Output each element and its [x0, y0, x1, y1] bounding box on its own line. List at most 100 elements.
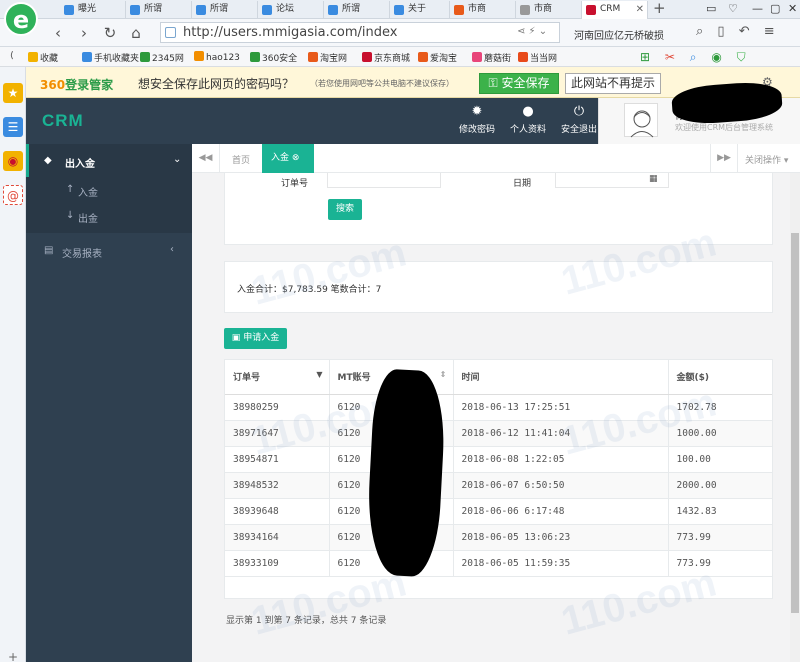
table-row[interactable]: 38980259 6120 2018-06-13 17:25:51 1702.78 [225, 394, 772, 421]
scissors-icon[interactable]: ✂ [665, 50, 675, 64]
order-number-input[interactable] [327, 173, 441, 188]
browser-tab-active[interactable]: CRM ✕ [582, 1, 648, 20]
table-header-row: 订单号 ▼ MT账号 ⇕ 时间 金额($) [225, 360, 772, 395]
user-icon: ● [522, 104, 534, 119]
address-bar[interactable]: http://users.mmigasia.com/index ⋖ ⚡ ⌄ [160, 22, 560, 43]
mobile-icon[interactable]: ▯ [717, 24, 724, 39]
window-close-icon[interactable]: ✕ [788, 0, 797, 18]
url-text[interactable]: http://users.mmigasia.com/index [183, 25, 397, 40]
column-header-order[interactable]: 订单号 ▼ [225, 360, 330, 395]
table-row[interactable]: 38971647 6120 2018-06-12 11:41:04 1000.00 [225, 420, 772, 447]
avatar-sketch-icon [630, 110, 654, 138]
logout-button[interactable]: ⏻ 安全退出 [554, 104, 604, 135]
favorites-star-icon[interactable]: ★ [3, 83, 23, 103]
browser-tab[interactable]: 所谓 [126, 1, 192, 19]
address-tools[interactable]: ⋖ ⚡ ⌄ [517, 26, 547, 37]
site-icon [472, 52, 482, 62]
new-tab-button[interactable]: + [653, 0, 666, 17]
favorite-item[interactable]: 2345网 [140, 51, 184, 64]
browser-tab[interactable]: 所谓 [192, 1, 258, 19]
scrollbar-thumb[interactable] [791, 233, 799, 613]
menu-item-deposit-withdraw[interactable]: ◆ 出入金 ⌄ [26, 144, 192, 177]
maximize-icon[interactable]: ▢ [770, 0, 780, 18]
calendar-icon[interactable]: ▦ [649, 174, 658, 184]
game-icon[interactable]: ◉ [711, 50, 721, 64]
favorite-item[interactable]: 360安全 [250, 51, 297, 64]
scroll-tabs-right-icon[interactable]: ▶▶ [710, 144, 738, 173]
favorite-item[interactable]: hao123 [194, 51, 240, 63]
cell-order: 38933109 [225, 550, 330, 577]
search-icon[interactable]: ⌕ [690, 50, 697, 64]
page-tabs-bar: ◀◀ 首页 入金 ⊗ ▶▶ 关闭操作 ▾ [192, 144, 800, 173]
menu-icon[interactable]: ≡ [764, 24, 775, 39]
site-icon [194, 51, 204, 61]
forward-icon[interactable]: › [74, 23, 94, 43]
sort-icon: ⇕ [439, 370, 447, 379]
window-menu-icon[interactable]: ▭ [706, 0, 716, 18]
reader-icon[interactable]: ☰ [3, 117, 23, 137]
cell-amount: 100.00 [668, 446, 772, 473]
home-icon[interactable]: ⌂ [126, 23, 146, 43]
mail-icon[interactable]: @ [3, 185, 23, 205]
menu-item-trade-report[interactable]: ▤ 交易报表 ‹ [26, 236, 192, 266]
close-tab-icon[interactable]: ⊗ [292, 153, 300, 163]
save-password-button[interactable]: ⚿ 安全保存 [479, 73, 559, 94]
table-row[interactable]: 38954871 6120 2018-06-08 1:22:05 100.00 [225, 446, 772, 473]
add-icon[interactable]: + [3, 647, 23, 662]
skin-icon[interactable]: ♡ [728, 0, 738, 18]
undo-icon[interactable]: ↶ [739, 24, 750, 39]
submenu-item-withdraw[interactable]: ↓ 出金 [26, 203, 192, 233]
summary-panel: 入金合计：$7,783.59 笔数合计：7 [224, 261, 773, 313]
window-controls: ▭ ♡ — ▢ ✕ [700, 0, 800, 19]
browser-tab[interactable]: 曝光 [60, 1, 126, 19]
favorite-item[interactable]: 手机收藏夹 [82, 51, 139, 64]
user-welcome: 欢迎使用CRM后台管理系统 [675, 123, 774, 132]
table-row[interactable]: 38948532 6120 2018-06-07 6:50:50 2000.00 [225, 472, 772, 499]
favorite-item[interactable]: 当当网 [518, 51, 557, 64]
weibo-icon[interactable]: ◉ [3, 151, 23, 171]
favorite-item[interactable]: 收藏 [28, 51, 58, 64]
column-header-time[interactable]: 时间 [453, 360, 669, 395]
browser-logo[interactable]: e [4, 2, 38, 36]
favorite-item[interactable]: 淘宝网 [308, 51, 347, 64]
news-ticker[interactable]: 河南回应亿元桥破损 [574, 27, 664, 42]
favorites-collapse-icon[interactable]: ⟨ [10, 51, 14, 61]
search-button[interactable]: 搜索 [328, 199, 362, 220]
star-icon [28, 52, 38, 62]
search-icon[interactable]: ⌕ [696, 24, 703, 39]
close-icon[interactable]: ✕ [636, 1, 644, 18]
page-scrollbar[interactable] [790, 173, 800, 662]
back-icon[interactable]: ‹ [48, 23, 68, 43]
column-header-amount[interactable]: 金额($) [668, 360, 772, 395]
favorite-item[interactable]: 京东商城 [362, 51, 410, 64]
tab-home[interactable]: 首页 [232, 153, 250, 166]
browser-tab[interactable]: 论坛 [258, 1, 324, 19]
apply-deposit-button[interactable]: ▣ 申请入金 [224, 328, 287, 349]
profile-button[interactable]: ● 个人资料 [503, 104, 553, 135]
refresh-icon[interactable]: ↻ [100, 23, 120, 43]
extension-icon[interactable]: ⊞ [640, 50, 650, 64]
close-operations-dropdown[interactable]: 关闭操作 ▾ [745, 153, 788, 166]
avatar[interactable] [624, 103, 658, 138]
table-row[interactable]: 38933109 6120 2018-06-05 11:59:35 773.99 [225, 550, 772, 577]
shield-icon[interactable]: ⛉ [737, 50, 746, 64]
favorite-item[interactable]: 爱淘宝 [418, 51, 457, 64]
pagination-info: 显示第 1 到第 7 条记录，总共 7 条记录 [226, 616, 387, 626]
site-icon [418, 52, 428, 62]
tab-deposit-active[interactable]: 入金 ⊗ [262, 144, 314, 173]
scroll-tabs-left-icon[interactable]: ◀◀ [192, 144, 220, 173]
tab-icon [586, 5, 596, 15]
browser-tab[interactable]: 市商 [450, 1, 516, 19]
browser-tab[interactable]: 市商 [516, 1, 582, 19]
never-prompt-button[interactable]: 此网站不再提示 [565, 73, 661, 94]
table-row[interactable]: 38939648 6120 2018-06-06 6:17:48 1432.83 [225, 498, 772, 525]
crm-logo[interactable]: CRM [42, 111, 84, 131]
submenu-item-deposit[interactable]: ↑ 入金 [26, 177, 192, 203]
minimize-icon[interactable]: — [752, 0, 763, 18]
browser-tab[interactable]: 所谓 [324, 1, 390, 19]
table-row[interactable]: 38934164 6120 2018-06-05 13:06:23 773.99 [225, 524, 772, 551]
cell-order: 38971647 [225, 420, 330, 447]
change-password-button[interactable]: ✹ 修改密码 [452, 104, 502, 135]
favorite-item[interactable]: 蘑菇街 [472, 51, 511, 64]
browser-tab[interactable]: 关于 [390, 1, 450, 19]
